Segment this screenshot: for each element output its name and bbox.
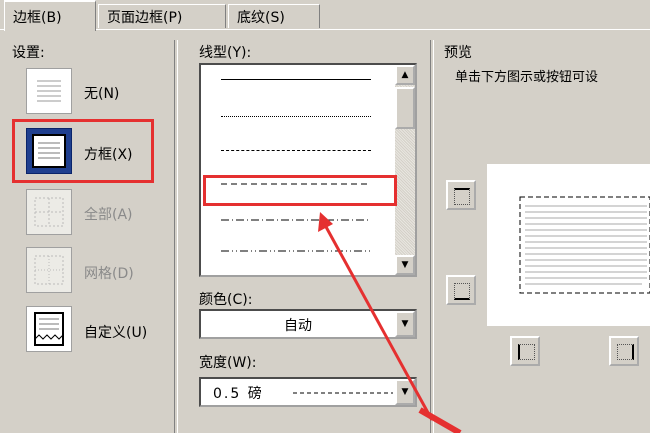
annotation-arrow (318, 212, 462, 433)
tab-label: 边框(B) (13, 10, 62, 26)
tab-borders[interactable]: 边框(B) (4, 0, 96, 31)
